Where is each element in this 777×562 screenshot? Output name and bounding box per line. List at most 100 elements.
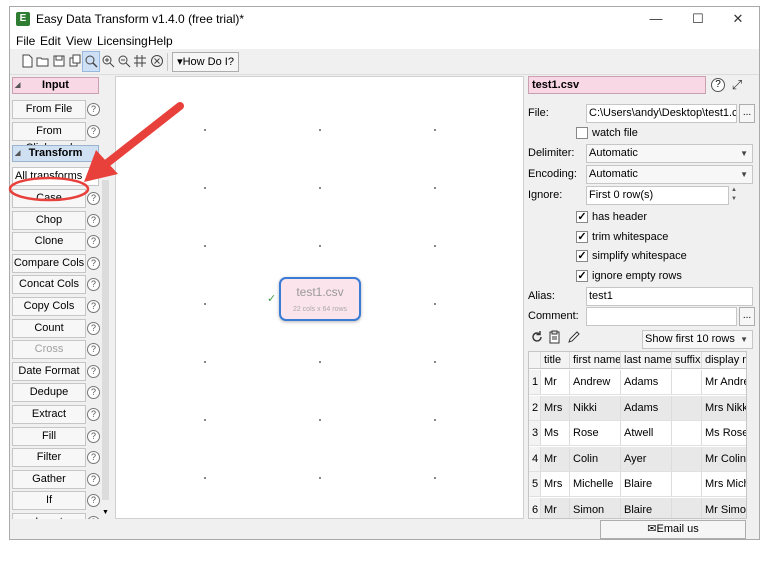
help-icon[interactable]: ? [87, 300, 100, 313]
delimiter-select[interactable]: Automatic ▼ [586, 144, 753, 163]
transform-filter-select[interactable]: All transforms ▼ [12, 167, 99, 186]
table-cell[interactable]: Mr Colin [702, 447, 746, 471]
table-row[interactable]: 2 Mrs Nikki Adams Mrs Nikk [529, 395, 746, 421]
menu-help[interactable]: Help [148, 34, 173, 48]
file-path-field[interactable]: C:\Users\andy\Desktop\test1.csv [586, 104, 737, 123]
menu-view[interactable]: View [66, 34, 92, 48]
table-cell[interactable]: Mr Andre [702, 370, 746, 394]
transform-gather-button[interactable]: Gather [12, 469, 86, 489]
transform-extract-button[interactable]: Extract [12, 405, 86, 424]
table-cell[interactable]: Andrew [570, 370, 621, 394]
table-row[interactable]: 5 Mrs Michelle Blaire Mrs Mich [529, 472, 746, 497]
copy-icon[interactable] [68, 54, 82, 68]
help-icon[interactable]: ? [87, 278, 100, 292]
dataset-node[interactable]: ✓ test1.csv 22 cols x 64 rows [267, 277, 361, 321]
table-cell[interactable]: Ayer [621, 446, 672, 471]
zoom-fit-icon[interactable] [84, 54, 98, 68]
help-icon[interactable]: ? [87, 192, 100, 205]
help-icon[interactable]: ? [87, 125, 100, 138]
transform-count-button[interactable]: Count [12, 318, 86, 338]
help-icon[interactable]: ? [87, 494, 100, 508]
expand-icon[interactable]: ⤢ [730, 77, 744, 93]
table-cell[interactable]: Mrs [541, 472, 570, 496]
refresh-icon[interactable] [530, 330, 544, 344]
zoom-in-icon[interactable] [101, 54, 115, 68]
table-row[interactable]: 6 Mr Simon Blaire Mr Simor [529, 497, 746, 519]
table-cell[interactable]: Blaire [621, 497, 672, 518]
transform-concat-cols-button[interactable]: Concat Cols [12, 275, 86, 295]
table-cell[interactable]: Michelle [570, 472, 621, 496]
transform-chop-button[interactable]: Chop [12, 210, 86, 230]
left-panel-scrollbar[interactable]: ▼ [100, 178, 111, 518]
minimize-button[interactable]: — [638, 9, 674, 29]
how-do-i-button[interactable]: ▾How Do I? [172, 52, 239, 72]
table-cell[interactable]: Colin [570, 446, 621, 471]
table-cell[interactable] [672, 472, 702, 496]
table-cell[interactable]: Atwell [621, 421, 672, 445]
table-cell[interactable] [672, 497, 702, 518]
workflow-canvas[interactable]: ✓ test1.csv 22 cols x 64 rows [115, 76, 524, 519]
maximize-button[interactable]: ☐ [680, 9, 716, 29]
simplify-whitespace-checkbox[interactable]: ✓ [576, 250, 588, 262]
show-rows-select[interactable]: Show first 10 rows ▼ [642, 330, 753, 349]
table-cell[interactable]: Simon [570, 497, 621, 518]
transform-copy-cols-button[interactable]: Copy Cols [12, 297, 86, 316]
transform-dedupe-button[interactable]: Dedupe [12, 383, 86, 403]
table-cell[interactable]: Blaire [621, 472, 672, 496]
column-header[interactable]: first name [570, 352, 621, 368]
table-cell[interactable] [672, 395, 702, 420]
email-feedback-button[interactable]: ✉Email us questions/feedback [600, 520, 746, 539]
help-icon[interactable]: ? [87, 408, 100, 421]
help-icon[interactable]: ? [87, 429, 100, 443]
help-icon[interactable]: ? [87, 213, 100, 227]
menu-licensing[interactable]: Licensing [97, 34, 148, 48]
table-cell[interactable]: Mr [541, 370, 570, 394]
input-section-header[interactable]: ◢ Input [12, 77, 99, 94]
table-cell[interactable] [672, 370, 702, 394]
new-file-icon[interactable] [20, 54, 34, 68]
help-icon[interactable]: ? [87, 235, 100, 249]
table-cell[interactable] [672, 421, 702, 445]
ignore-empty-rows-checkbox[interactable]: ✓ [576, 270, 588, 282]
transform-section-header[interactable]: ◢ Transform [12, 145, 99, 162]
table-cell[interactable]: Mr [541, 497, 570, 518]
transform-fill-button[interactable]: Fill [12, 426, 86, 446]
table-cell[interactable] [672, 446, 702, 471]
table-cell[interactable]: Mrs [541, 395, 570, 420]
alias-field[interactable]: test1 [586, 287, 753, 306]
scrollbar-thumb[interactable] [102, 180, 109, 500]
menu-edit[interactable]: Edit [40, 34, 61, 48]
column-header[interactable]: suffix [672, 352, 702, 368]
help-icon[interactable]: ? [87, 343, 100, 357]
transform-case-button[interactable]: Case [12, 189, 86, 208]
ignore-rows-spinbox[interactable]: First 0 row(s) [586, 186, 729, 205]
table-cell[interactable]: Mr [541, 446, 570, 471]
column-header[interactable]: last name [621, 352, 672, 368]
has-header-checkbox[interactable]: ✓ [576, 211, 588, 223]
clear-icon[interactable] [150, 54, 164, 68]
help-icon[interactable]: ? [87, 386, 100, 400]
table-cell[interactable]: Ms [541, 421, 570, 445]
zoom-out-icon[interactable] [117, 54, 131, 68]
clipboard-icon[interactable] [548, 330, 562, 344]
table-cell[interactable]: Mrs Mich [702, 472, 746, 496]
transform-date-format-button[interactable]: Date Format [12, 361, 86, 381]
table-cell[interactable]: Mr Simor [702, 498, 746, 519]
grid-icon[interactable] [133, 54, 147, 68]
edit-comment-button[interactable]: ... [739, 307, 755, 326]
save-icon[interactable] [52, 54, 66, 68]
from-clipboard-button[interactable]: From Clipboard [12, 122, 86, 154]
table-cell[interactable]: Adams [621, 370, 672, 394]
table-row[interactable]: 4 Mr Colin Ayer Mr Colin [529, 446, 746, 472]
transform-if-button[interactable]: If [12, 491, 86, 511]
help-icon[interactable]: ? [87, 364, 100, 378]
transform-compare-cols-button[interactable]: Compare Cols [12, 253, 86, 273]
trim-whitespace-checkbox[interactable]: ✓ [576, 231, 588, 243]
table-cell[interactable]: Rose [570, 421, 621, 445]
transform-cross-button[interactable]: Cross [12, 340, 86, 360]
encoding-select[interactable]: Automatic ▼ [586, 165, 753, 184]
comment-field[interactable] [586, 307, 737, 326]
help-icon[interactable]: ? [87, 103, 100, 116]
help-icon[interactable]: ? [711, 78, 725, 92]
transform-filter-button[interactable]: Filter [12, 448, 86, 468]
